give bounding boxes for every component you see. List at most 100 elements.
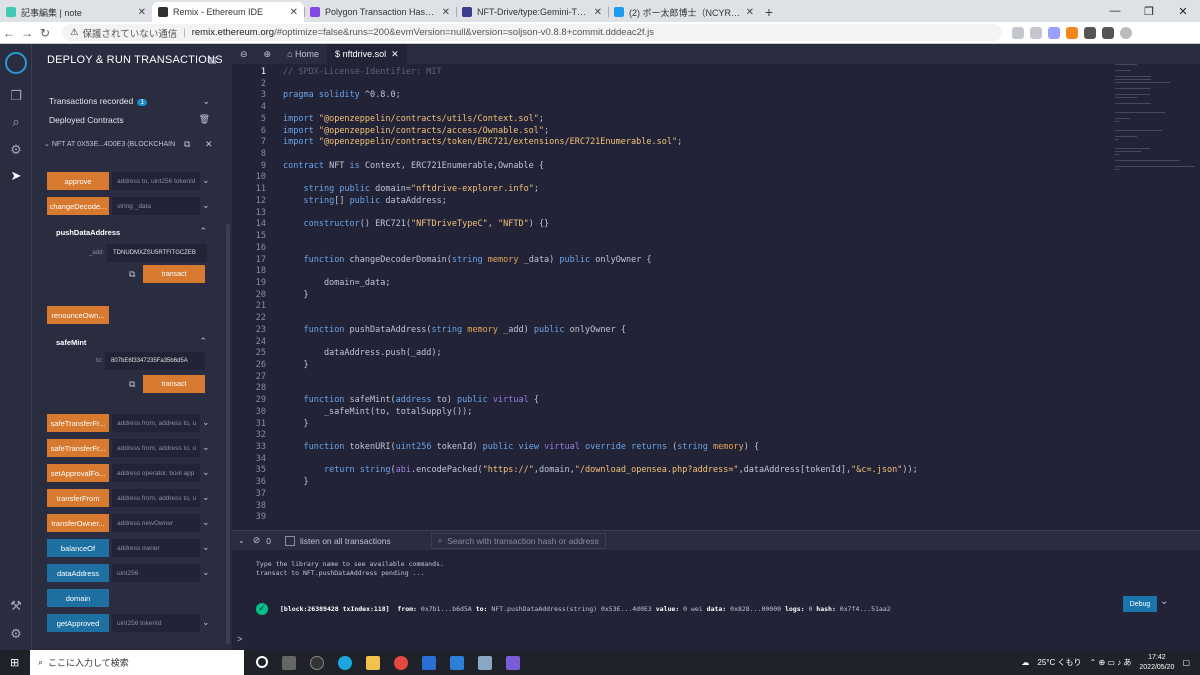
close-tab-icon[interactable]: ✕ bbox=[594, 7, 602, 18]
transact-button[interactable]: transact bbox=[143, 375, 205, 393]
chevron-down-icon[interactable]: ⌄ bbox=[1160, 596, 1168, 607]
taskbar-search-input[interactable]: ⌕ ここに入力して検索 bbox=[30, 650, 244, 675]
transaction-search-input[interactable]: ⌕ Search with transaction hash or addres… bbox=[430, 532, 606, 549]
copy-icon[interactable]: ⧉ bbox=[129, 269, 135, 280]
extension-icon[interactable] bbox=[1048, 26, 1060, 39]
restore-icon[interactable]: ❐ bbox=[1132, 5, 1166, 18]
function-args-input[interactable]: address owner bbox=[112, 539, 200, 557]
tab-home[interactable]: ⌂ Home bbox=[279, 44, 327, 64]
chevron-down-icon[interactable]: ⌄ bbox=[202, 200, 210, 211]
reload-icon[interactable]: ↻ bbox=[36, 26, 54, 40]
close-window-icon[interactable]: ✕ bbox=[1166, 5, 1200, 18]
function-args-input[interactable]: uint256 tokenId bbox=[112, 614, 200, 632]
function-button[interactable]: dataAddress bbox=[47, 564, 109, 582]
scrollbar[interactable] bbox=[226, 224, 230, 644]
copy-icon[interactable]: ⧉ bbox=[129, 379, 135, 390]
chevron-down-icon[interactable]: ⌄ bbox=[202, 567, 210, 578]
close-tab-icon[interactable]: ✕ bbox=[290, 7, 298, 18]
url-input[interactable]: ⚠ 保護されていない通信 | remix.ethereum.org /#opti… bbox=[62, 24, 1002, 41]
trash-icon[interactable]: 🗑 bbox=[199, 114, 210, 125]
browser-tab[interactable]: (2) ボー太郎博士（NCYRHFYAW ✕ bbox=[608, 2, 760, 22]
task-view-icon[interactable] bbox=[282, 655, 296, 670]
chevron-down-icon[interactable]: ⌄ bbox=[202, 467, 210, 478]
chevron-up-icon[interactable]: ⌃ bbox=[199, 226, 207, 237]
file-explorer-icon[interactable]: ❐ bbox=[8, 88, 24, 104]
edge-icon[interactable] bbox=[338, 655, 352, 670]
clear-console-icon[interactable]: ⊘ bbox=[253, 535, 261, 546]
terminal-prompt[interactable]: > bbox=[237, 634, 242, 644]
notification-icon[interactable]: ▢ bbox=[1182, 658, 1190, 667]
file-explorer-icon[interactable] bbox=[366, 655, 380, 670]
renounce-ownership-button[interactable]: renounceOwn... bbox=[47, 306, 109, 324]
function-button[interactable]: domain bbox=[47, 589, 109, 607]
store-icon[interactable] bbox=[422, 655, 436, 670]
function-args-input[interactable]: address from, address to, u bbox=[112, 414, 200, 432]
chevron-down-icon[interactable]: ⌄ bbox=[202, 617, 210, 628]
function-button[interactable]: getApproved bbox=[47, 614, 109, 632]
back-icon[interactable]: ← bbox=[0, 26, 18, 40]
function-button[interactable]: changeDecode... bbox=[47, 197, 109, 215]
function-args-input[interactable]: address from, address to, u bbox=[112, 489, 200, 507]
browser-tab[interactable]: NFT-Drive/type:Gemini-TEST_NE ✕ bbox=[456, 2, 608, 22]
mail-icon[interactable] bbox=[450, 655, 464, 670]
windows-start-icon[interactable]: ⊞ bbox=[10, 656, 19, 669]
function-button[interactable]: safeTransferFr... bbox=[47, 439, 109, 457]
function-button[interactable]: transferFrom bbox=[47, 489, 109, 507]
close-tab-icon[interactable]: ✕ bbox=[746, 7, 754, 18]
polygon-icon[interactable] bbox=[506, 655, 520, 670]
close-icon[interactable]: ✕ bbox=[205, 139, 213, 150]
function-args-input[interactable]: address newOwner bbox=[112, 514, 200, 532]
function-args-input[interactable]: address to, uint256 tokenId bbox=[112, 172, 200, 190]
plugin-manager-icon[interactable]: ⚒ bbox=[8, 598, 24, 614]
puzzle-icon[interactable] bbox=[1084, 26, 1096, 39]
chevron-down-icon[interactable]: ⌄ bbox=[202, 517, 210, 528]
listen-checkbox[interactable] bbox=[284, 535, 295, 546]
browser-tab[interactable]: Polygon Transaction Hash (Txha ✕ bbox=[304, 2, 456, 22]
push-data-address-input[interactable]: TDNUDMXZSU5RTFITGCZEB bbox=[107, 244, 207, 262]
chevron-down-icon[interactable]: ⌄ bbox=[202, 96, 210, 107]
avatar[interactable] bbox=[1120, 26, 1132, 39]
function-args-input[interactable]: address from, address to, u bbox=[112, 439, 200, 457]
chevron-down-icon[interactable]: ⌄ bbox=[202, 542, 210, 553]
chevron-down-icon[interactable]: ⌄ bbox=[202, 417, 210, 428]
function-args-input[interactable]: uint256 bbox=[112, 564, 200, 582]
function-args-input[interactable]: address operator, bool app bbox=[112, 464, 200, 482]
tray-icons[interactable]: ⌃ ⊕ ▭ ♪ あ bbox=[1090, 657, 1132, 668]
share-icon[interactable] bbox=[1012, 26, 1024, 39]
chevron-up-icon[interactable]: ⌃ bbox=[199, 336, 207, 347]
close-tab-icon[interactable]: ✕ bbox=[138, 7, 146, 18]
cortana-icon[interactable] bbox=[256, 655, 268, 668]
function-button[interactable]: setApprovalFo... bbox=[47, 464, 109, 482]
remix-logo-icon[interactable] bbox=[5, 52, 27, 74]
tab-nftdrive[interactable]: $ nftdrive.sol ✕ bbox=[327, 44, 407, 64]
transactions-recorded[interactable]: Transactions recorded 1 bbox=[49, 96, 148, 106]
chevron-down-icon[interactable]: ⌄ bbox=[202, 442, 210, 453]
function-button[interactable]: approve bbox=[47, 172, 109, 190]
transaction-log-row[interactable]: ✓ [block:26389428 txIndex:118] from: 0x7… bbox=[256, 603, 891, 615]
debug-button[interactable]: Debug bbox=[1123, 596, 1157, 612]
chevron-down-icon[interactable]: ⌄ bbox=[202, 175, 210, 186]
minimap[interactable] bbox=[1115, 64, 1195, 170]
chevron-down-icon[interactable]: ⌄ bbox=[202, 492, 210, 503]
app-icon[interactable] bbox=[478, 655, 492, 670]
function-args-input[interactable]: string _data bbox=[112, 197, 200, 215]
code-editor[interactable]: // SPDX-License-Identifier: MIT pragma so… bbox=[283, 64, 1113, 530]
clock[interactable]: 17:42 2022/05/20 bbox=[1139, 653, 1174, 673]
transact-button[interactable]: transact bbox=[143, 265, 205, 283]
dell-icon[interactable] bbox=[310, 655, 324, 670]
close-tab-icon[interactable]: ✕ bbox=[391, 49, 399, 60]
zoom-in-icon[interactable]: ⊕ bbox=[256, 44, 280, 64]
deploy-icon[interactable]: ➤ bbox=[8, 168, 24, 184]
star-icon[interactable] bbox=[1030, 26, 1042, 39]
safe-mint-to-input[interactable]: 807bE6f3347235Fa35b6d5A bbox=[105, 352, 205, 370]
copy-icon[interactable]: ⧉ bbox=[184, 139, 190, 150]
function-button[interactable]: balanceOf bbox=[47, 539, 109, 557]
sidebar-icon[interactable] bbox=[1102, 26, 1114, 39]
close-tab-icon[interactable]: ✕ bbox=[442, 7, 450, 18]
metamask-icon[interactable] bbox=[1066, 26, 1078, 39]
chrome-icon[interactable] bbox=[394, 655, 408, 670]
deployed-instance[interactable]: ⌄ NFT AT 0X53E...4D0E3 (BLOCKCHAIN bbox=[44, 140, 175, 148]
docs-icon[interactable]: ▤ bbox=[208, 55, 217, 66]
forward-icon[interactable]: → bbox=[18, 26, 36, 40]
browser-tab[interactable]: 記事編集 | note ✕ bbox=[0, 2, 152, 22]
